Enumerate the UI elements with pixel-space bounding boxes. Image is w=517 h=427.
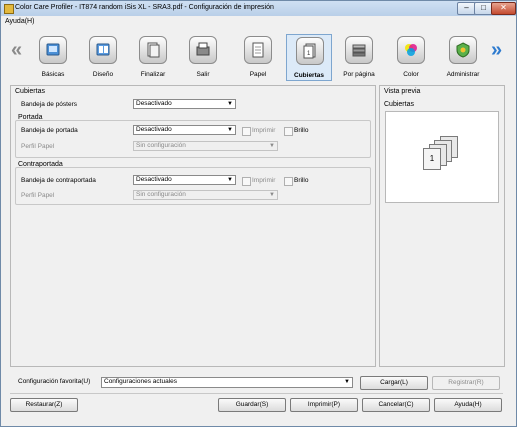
tab-per-page-label: Por página [343,71,375,78]
front-gloss-label: Brillo [294,127,309,134]
title-bar: Color Care Profiler - IT874 random iSis … [1,1,516,17]
finishing-icon [139,36,167,64]
per-page-icon [345,36,373,64]
front-tray-value: Desactivado [136,126,172,133]
favorites-value: Configuraciones actuales [104,378,177,385]
back-profile-label: Perfil Papel [21,192,55,199]
back-tray-value: Desactivado [136,176,172,183]
preview-image: n 2 1 [385,111,499,203]
window-title: Color Care Profiler - IT874 random iSis … [15,4,274,11]
divider [10,393,503,394]
front-profile-label: Perfil Papel [21,143,55,150]
chevron-down-icon: ▼ [227,177,233,183]
menu-bar: Ayuda(H) [1,16,516,28]
covers-panel: Cubiertas Bandeja de pósters Desactivado… [10,85,376,367]
favorites-label: Configuración favorita(U) [18,378,91,385]
poster-tray-label: Bandeja de pósters [21,101,78,108]
preview-subtitle: Cubiertas [384,101,414,108]
front-profile-select[interactable]: Sin configuración ▼ [133,141,278,151]
register-button[interactable]: Registrar(R) [432,376,500,390]
front-gloss-checkbox[interactable] [284,127,293,136]
tab-admin[interactable]: Administrar [440,34,486,81]
back-tray-label: Bandeja de contraportada [21,177,96,184]
close-button[interactable]: ✕ [491,2,516,15]
settings-toolbar: « Básicas Diseño Finalizar Salir Papel 1… [1,28,516,81]
front-tray-label: Bandeja de portada [21,127,78,134]
help-button[interactable]: Ayuda(H) [434,398,502,412]
back-gloss-label: Brillo [294,177,309,184]
back-profile-select[interactable]: Sin configuración ▼ [133,190,278,200]
admin-icon [449,36,477,64]
layout-icon [89,36,117,64]
back-tray-select[interactable]: Desactivado ▼ [133,175,236,185]
front-print-label: Imprimir [252,127,276,134]
chevron-down-icon: ▼ [227,101,233,107]
tab-paper[interactable]: Papel [235,34,281,81]
save-button[interactable]: Guardar(S) [218,398,286,412]
preview-panel: Vista previa Cubiertas n 2 1 [379,85,505,367]
poster-tray-select[interactable]: Desactivado ▼ [133,99,236,109]
back-cover-group: Bandeja de contraportada Desactivado ▼ I… [15,167,371,205]
covers-title: Cubiertas [15,88,45,95]
front-tray-select[interactable]: Desactivado ▼ [133,125,236,135]
color-icon [397,36,425,64]
back-print-checkbox[interactable] [242,177,251,186]
output-icon [189,36,217,64]
tab-layout-label: Diseño [92,71,114,78]
chevron-down-icon: ▼ [269,143,275,149]
chevron-down-icon: ▼ [227,127,233,133]
restore-button[interactable]: Restaurar(Z) [10,398,78,412]
tab-output[interactable]: Salir [180,34,226,81]
favorites-select[interactable]: Configuraciones actuales ▼ [101,377,353,388]
preview-title: Vista previa [384,88,421,95]
scroll-left-arrow-icon[interactable]: « [11,40,22,60]
menu-help[interactable]: Ayuda(H) [5,18,34,25]
front-profile-value: Sin configuración [136,142,186,149]
tab-basic[interactable]: Básicas [30,34,76,81]
back-print-label: Imprimir [252,177,276,184]
covers-icon: 1 [296,37,324,65]
tab-admin-label: Administrar [446,71,480,78]
scroll-right-arrow-icon[interactable]: » [491,40,502,60]
tab-covers-label: Cubiertas [294,72,324,79]
preview-sheet-1: 1 [423,148,441,170]
paper-icon [244,36,272,64]
tab-finishing-label: Finalizar [140,71,166,78]
tab-color-label: Color [403,71,419,78]
print-button[interactable]: Imprimir(P) [290,398,358,412]
app-icon [4,4,14,14]
tab-basic-label: Básicas [41,71,65,78]
basic-settings-icon [39,36,67,64]
tab-paper-label: Papel [249,71,267,78]
tab-covers[interactable]: 1 Cubiertas [286,34,332,81]
chevron-down-icon: ▼ [269,192,275,198]
tab-layout[interactable]: Diseño [80,34,126,81]
load-button[interactable]: Cargar(L) [360,376,428,390]
favorites-bar: Configuración favorita(U) Configuracione… [10,375,503,390]
tab-finishing[interactable]: Finalizar [130,34,176,81]
poster-tray-value: Desactivado [136,100,172,107]
tab-color[interactable]: Color [388,34,434,81]
front-cover-group: Bandeja de portada Desactivado ▼ Imprimi… [15,120,371,158]
back-profile-value: Sin configuración [136,191,186,198]
tab-per-page[interactable]: Por página [336,34,382,81]
cancel-button[interactable]: Cancelar(C) [362,398,430,412]
back-gloss-checkbox[interactable] [284,177,293,186]
front-print-checkbox[interactable] [242,127,251,136]
tab-output-label: Salir [196,71,210,78]
chevron-down-icon: ▼ [344,379,350,385]
print-settings-window: Color Care Profiler - IT874 random iSis … [0,0,517,427]
